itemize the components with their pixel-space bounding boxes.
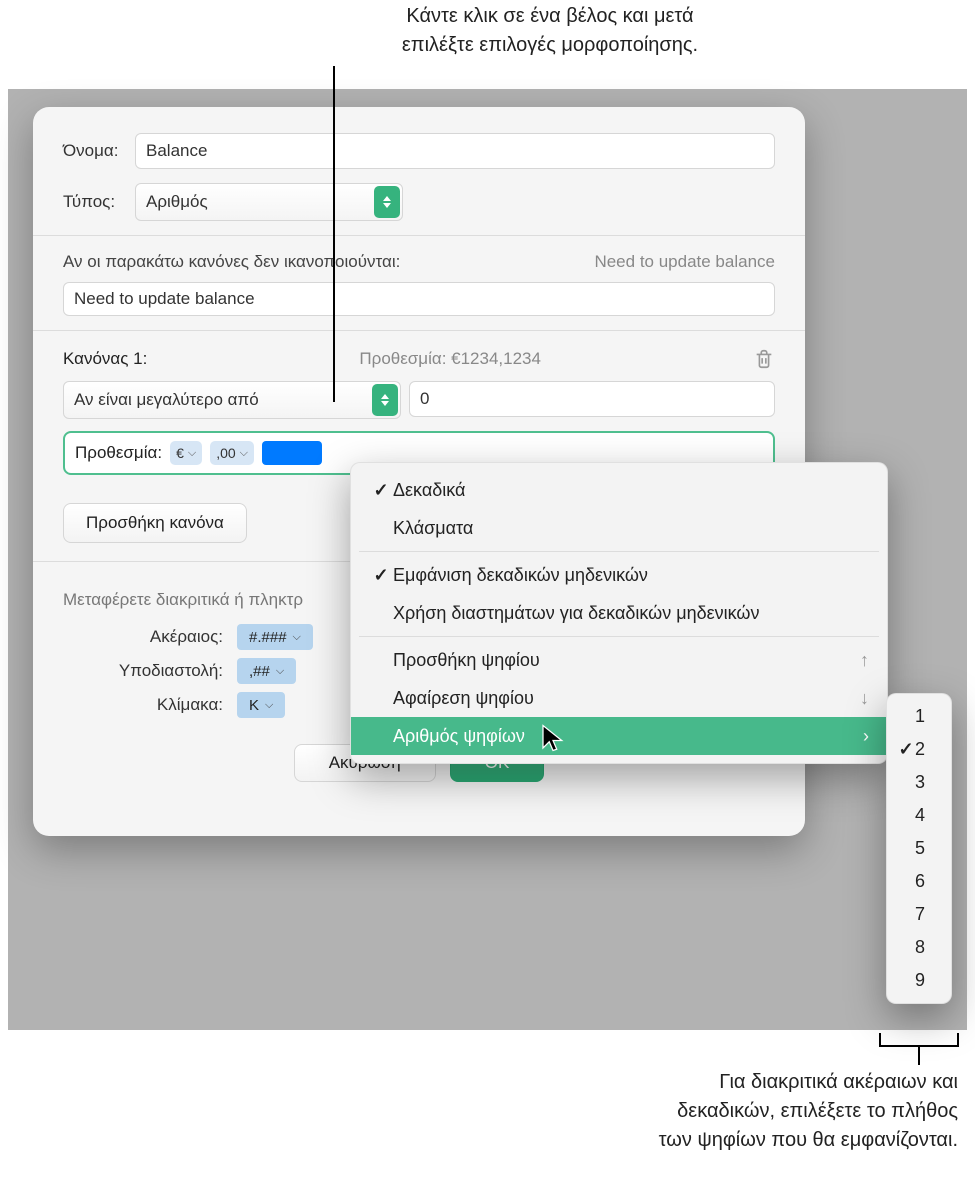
active-token[interactable] [262, 441, 322, 465]
menu-item-add-digit[interactable]: Προσθήκη ψηφίου↑ [351, 641, 887, 679]
compare-value-field[interactable] [409, 381, 775, 417]
decimal-token[interactable]: ,##⌵ [237, 658, 296, 684]
default-text-field[interactable] [63, 282, 775, 316]
digit-option-3[interactable]: 3 [887, 766, 951, 799]
digit-count-submenu: 1 ✓2 3 4 5 6 7 8 9 [886, 693, 952, 1004]
currency-chip[interactable]: €⌵ [170, 441, 202, 465]
type-label: Τύπος: [63, 192, 135, 212]
trash-icon[interactable] [753, 347, 775, 371]
callout-bottom: Για διακριτικά ακέραιων και δεκαδικών, ε… [413, 1068, 958, 1155]
menu-item-fractions[interactable]: Κλάσματα [351, 509, 887, 547]
updown-icon [372, 384, 398, 416]
chevron-down-icon: ⌵ [276, 665, 284, 678]
digit-option-2[interactable]: ✓2 [887, 733, 951, 766]
name-field[interactable] [135, 133, 775, 169]
menu-item-decimals[interactable]: ✓Δεκαδικά [351, 471, 887, 509]
menu-item-space-zeros[interactable]: Χρήση διαστημάτων για δεκαδικών μηδενικώ… [351, 594, 887, 632]
digit-option-6[interactable]: 6 [887, 865, 951, 898]
menu-item-remove-digit[interactable]: Αφαίρεση ψηφίου↓ [351, 679, 887, 717]
chevron-right-icon: › [863, 726, 869, 747]
integer-token[interactable]: #.###⌵ [237, 624, 313, 650]
chevron-down-icon: ⌵ [265, 699, 273, 712]
menu-item-show-zeros[interactable]: ✓Εμφάνιση δεκαδικών μηδενικών [351, 556, 887, 594]
callout-leader [333, 66, 335, 402]
arrow-down-icon: ↓ [860, 688, 869, 709]
decimal-label: Υποδιαστολή: [63, 661, 237, 681]
type-select[interactable]: Αριθμός [135, 183, 403, 221]
name-label: Όνομα: [63, 141, 135, 161]
checkmark-icon: ✓ [369, 565, 393, 586]
digit-option-8[interactable]: 8 [887, 931, 951, 964]
chevron-down-icon: ⌵ [293, 631, 301, 644]
rules-preview: Need to update balance [594, 252, 775, 272]
format-bar-label: Προθεσμία: [75, 443, 162, 463]
type-select-value: Αριθμός [146, 192, 208, 212]
callout-top: Κάντε κλικ σε ένα βέλος και μετά επιλέξτ… [330, 2, 770, 60]
condition-select[interactable]: Αν είναι μεγαλύτερο από [63, 381, 401, 419]
digit-option-5[interactable]: 5 [887, 832, 951, 865]
digit-option-7[interactable]: 7 [887, 898, 951, 931]
arrow-up-icon: ↑ [860, 650, 869, 671]
deadline-preview: Προθεσμία: €1234,1234 [359, 349, 541, 369]
decimals-chip[interactable]: ,00⌵ [210, 441, 254, 465]
checkmark-icon: ✓ [897, 739, 915, 760]
menu-item-digit-count[interactable]: Αριθμός ψηφίων› [351, 717, 887, 755]
checkmark-icon: ✓ [369, 480, 393, 501]
condition-select-value: Αν είναι μεγαλύτερο από [74, 390, 259, 410]
rules-hint: Αν οι παρακάτω κανόνες δεν ικανοποιούντα… [63, 252, 400, 272]
digit-option-9[interactable]: 9 [887, 964, 951, 997]
add-rule-button[interactable]: Προσθήκη κανόνα [63, 503, 247, 543]
decimal-options-menu: ✓Δεκαδικά Κλάσματα ✓Εμφάνιση δεκαδικών μ… [350, 462, 888, 764]
callout-bracket [879, 1033, 959, 1057]
integer-label: Ακέραιος: [63, 627, 237, 647]
chevron-down-icon: ⌵ [188, 447, 196, 460]
digit-option-1[interactable]: 1 [887, 700, 951, 733]
scale-token[interactable]: K⌵ [237, 692, 285, 718]
updown-icon [374, 186, 400, 218]
chevron-down-icon: ⌵ [240, 447, 248, 460]
digit-option-4[interactable]: 4 [887, 799, 951, 832]
scale-label: Κλίμακα: [63, 695, 237, 715]
rule1-label: Κανόνας 1: [63, 349, 147, 369]
